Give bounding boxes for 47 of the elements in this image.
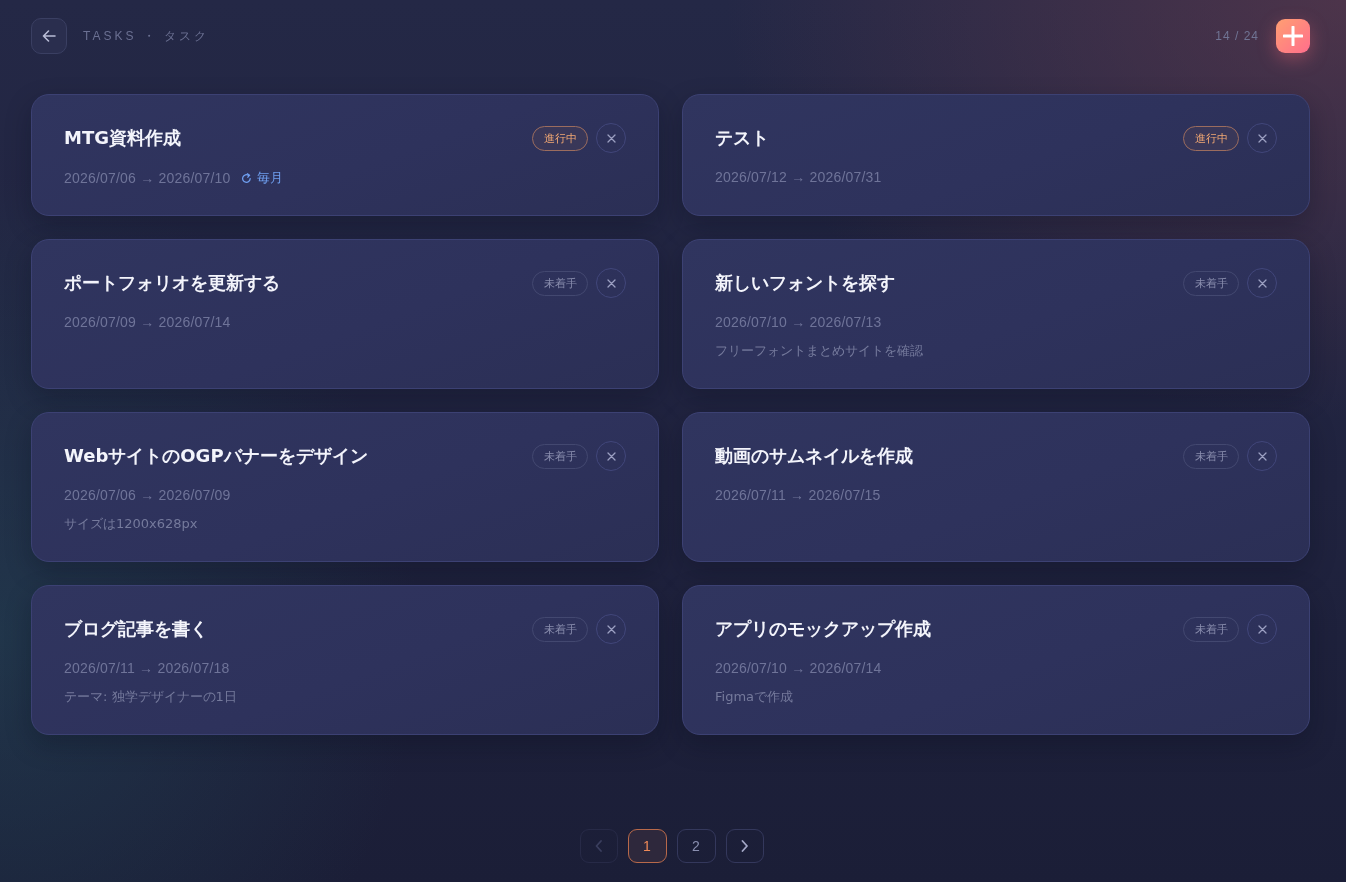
status-badge: 進行中 <box>1183 125 1239 151</box>
date-range: 2026/07/10 → 2026/07/14 <box>715 660 882 676</box>
task-card[interactable]: ポートフォリオを更新する 未着手 2026/07/09 → 2026/07/14 <box>31 239 659 389</box>
task-card[interactable]: 動画のサムネイルを作成 未着手 2026/07/11 → 2026/07/15 <box>682 412 1310 562</box>
close-icon <box>1257 278 1267 288</box>
arrow-left-icon <box>42 30 56 42</box>
date-range: 2026/07/10 → 2026/07/13 <box>715 314 882 330</box>
task-title: MTG資料作成 <box>64 126 182 150</box>
task-title: 新しいフォントを探す <box>715 271 896 295</box>
page-button[interactable]: 2 <box>676 829 716 863</box>
date-range: 2026/07/11 → 2026/07/18 <box>64 660 230 676</box>
close-icon <box>1257 451 1267 461</box>
repeat-icon <box>240 172 252 184</box>
page-title: TASKS ・ タスク <box>83 27 210 45</box>
task-title: ブログ記事を書く <box>64 617 209 641</box>
repeat-label: 毎月 <box>256 169 283 187</box>
date-range: 2026/07/06 → 2026/07/10 <box>64 170 231 186</box>
task-card[interactable]: テスト 進行中 2026/07/12 → 2026/07/31 <box>682 94 1310 216</box>
date-range: 2026/07/06 → 2026/07/09 <box>64 487 231 503</box>
task-count: 14 / 24 <box>1215 29 1259 43</box>
task-card[interactable]: アプリのモックアップ作成 未着手 2026/07/10 → 2026/07/14 Figmaで作成 <box>682 585 1310 735</box>
next-page-button[interactable] <box>725 829 764 863</box>
back-button[interactable] <box>31 18 67 54</box>
date-range: 2026/07/12 → 2026/07/31 <box>715 169 882 185</box>
plus-icon <box>1283 26 1303 46</box>
status-badge: 進行中 <box>532 125 588 151</box>
close-icon <box>1257 624 1267 634</box>
close-icon <box>606 451 616 461</box>
close-icon <box>606 624 616 634</box>
task-card[interactable]: WebサイトのOGPバナーをデザイン 未着手 2026/07/06 → 2026/07/09 サイズは1200x628px <box>31 412 659 562</box>
task-title: テスト <box>715 126 770 150</box>
task-title: アプリのモックアップ作成 <box>715 617 932 641</box>
task-title: ポートフォリオを更新する <box>64 271 281 295</box>
close-icon <box>1257 133 1267 143</box>
close-icon <box>606 278 616 288</box>
close-icon <box>606 133 616 143</box>
task-title: WebサイトのOGPバナーをデザイン <box>64 444 369 468</box>
task-note: Figmaで作成 <box>715 688 795 706</box>
date-range: 2026/07/09 → 2026/07/14 <box>64 314 231 330</box>
task-card[interactable]: MTG資料作成 進行中 2026/07/06 → 2026/07/10 毎月 <box>31 94 659 216</box>
page-button[interactable]: 1 <box>627 829 667 863</box>
chevron-right-icon <box>740 840 749 852</box>
add-button[interactable] <box>1276 19 1310 53</box>
task-note: サイズは1200x628px <box>64 515 199 533</box>
task-title: 動画のサムネイルを作成 <box>715 444 914 468</box>
chevron-left-icon <box>594 840 603 852</box>
date-range: 2026/07/11 → 2026/07/15 <box>715 487 881 503</box>
